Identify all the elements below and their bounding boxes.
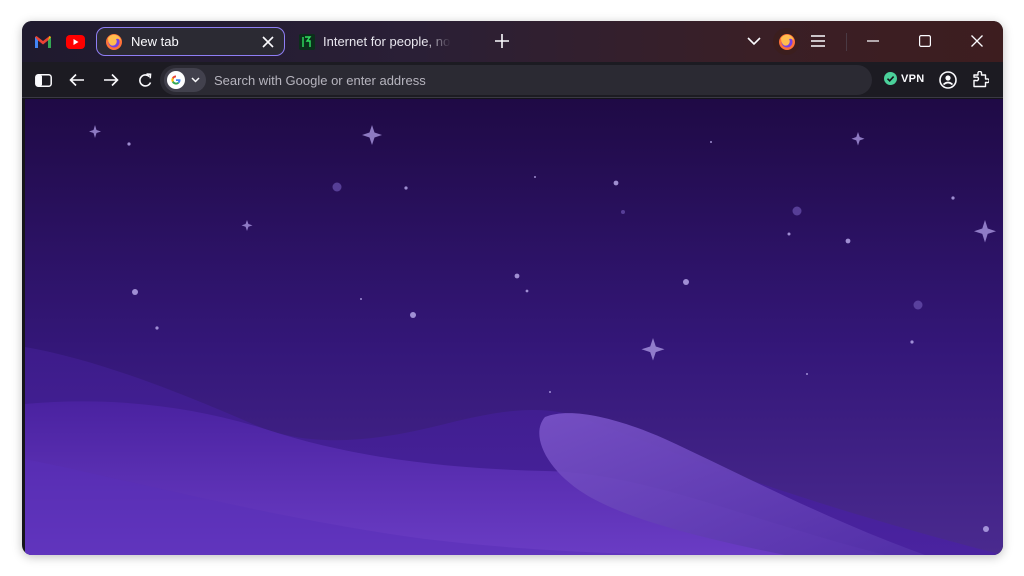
tab-bar: New tab Internet for people, no (22, 21, 1003, 62)
maximize-button[interactable] (915, 31, 935, 51)
search-engine-button[interactable] (164, 68, 206, 92)
sidebar-icon (34, 73, 52, 87)
tab-new-tab[interactable]: New tab (96, 27, 285, 56)
browser-window: New tab Internet for people, no Search w… (22, 21, 1003, 555)
firefox-icon (106, 33, 122, 50)
navigation-toolbar: Search with Google or enter address VPN (22, 62, 1003, 98)
tab-title: New tab (131, 34, 179, 49)
extensions-button[interactable] (970, 69, 990, 89)
vpn-label: VPN (901, 72, 925, 85)
minimize-button[interactable] (863, 31, 883, 51)
close-icon (971, 35, 983, 47)
arrow-right-icon (104, 73, 119, 87)
firefox-icon (778, 33, 795, 50)
plus-icon (495, 34, 509, 48)
tab-mozilla[interactable]: Internet for people, no (293, 27, 463, 56)
menu-button[interactable] (808, 31, 828, 51)
check-circle-icon (884, 72, 897, 85)
tab-title: Internet for people, no (323, 34, 451, 49)
google-icon (167, 71, 185, 89)
maximize-icon (919, 35, 931, 47)
forward-button[interactable] (101, 70, 121, 90)
chevron-down-icon (191, 77, 200, 83)
arrow-left-icon (69, 73, 84, 87)
night-sky-wallpaper (25, 99, 1003, 555)
pinned-tab-youtube[interactable] (62, 29, 88, 55)
new-tab-page (25, 99, 1003, 555)
youtube-icon (65, 35, 85, 49)
chevron-down-icon (747, 36, 761, 45)
pinned-tab-gmail[interactable] (30, 29, 56, 55)
back-button[interactable] (67, 70, 87, 90)
close-icon (262, 36, 274, 48)
separator (846, 33, 847, 51)
account-icon (939, 71, 957, 89)
puzzle-icon (972, 70, 989, 87)
close-tab-button[interactable] (258, 32, 278, 52)
reload-icon (138, 72, 151, 87)
new-tab-button[interactable] (492, 31, 512, 51)
account-button[interactable] (773, 28, 800, 55)
gmail-icon (35, 36, 51, 48)
vpn-button[interactable]: VPN (884, 72, 925, 85)
account-button[interactable] (938, 70, 958, 90)
address-bar-placeholder: Search with Google or enter address (214, 73, 426, 88)
reload-button[interactable] (135, 70, 155, 90)
list-all-tabs-button[interactable] (744, 31, 764, 51)
sidebar-button[interactable] (33, 70, 53, 90)
close-window-button[interactable] (967, 31, 987, 51)
address-bar[interactable]: Search with Google or enter address (160, 65, 872, 95)
hamburger-menu-icon (811, 35, 825, 47)
minimize-icon (867, 40, 879, 42)
mozilla-icon (299, 33, 315, 50)
